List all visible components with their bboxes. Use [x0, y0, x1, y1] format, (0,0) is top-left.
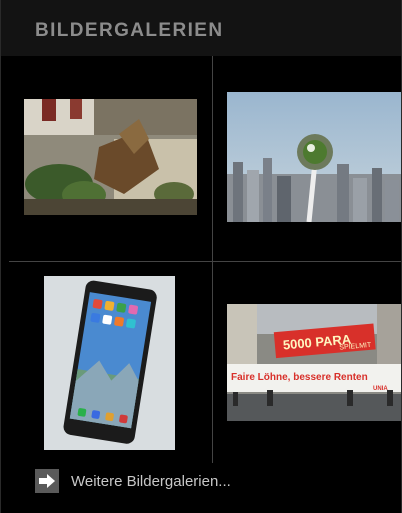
gallery-widget: BILDERGALERIEN 5000 PARA SPIELMIT Faire …: [0, 0, 402, 513]
photo-garden-stump: [24, 99, 197, 215]
gallery-thumbnail-city-plug[interactable]: [227, 92, 401, 222]
gallery-thumbnail-smartphone[interactable]: [44, 276, 175, 450]
grid-divider-vertical: [212, 56, 213, 463]
gallery-thumbnail-garden[interactable]: [24, 99, 197, 215]
widget-title: BILDERGALERIEN: [35, 20, 224, 41]
gallery-grid: 5000 PARA SPIELMIT Faire Löhne, bessere …: [1, 56, 401, 463]
more-galleries-label: Weitere Bildergalerien...: [71, 472, 231, 490]
photo-demonstration: 5000 PARA SPIELMIT Faire Löhne, bessere …: [227, 304, 401, 421]
banner-logo-text: UNIA: [373, 386, 388, 392]
photo-smartphone: [44, 276, 175, 450]
gallery-thumbnail-demonstration[interactable]: 5000 PARA SPIELMIT Faire Löhne, bessere …: [227, 304, 401, 421]
arrow-right-icon: [35, 469, 59, 493]
photo-city-plug: [227, 92, 401, 222]
grid-divider-horizontal: [9, 261, 401, 262]
banner-main-text: Faire Löhne, bessere Renten: [231, 372, 368, 383]
more-galleries-link[interactable]: Weitere Bildergalerien...: [35, 469, 231, 493]
widget-footer: Weitere Bildergalerien...: [1, 463, 401, 513]
widget-header: BILDERGALERIEN: [1, 0, 401, 56]
